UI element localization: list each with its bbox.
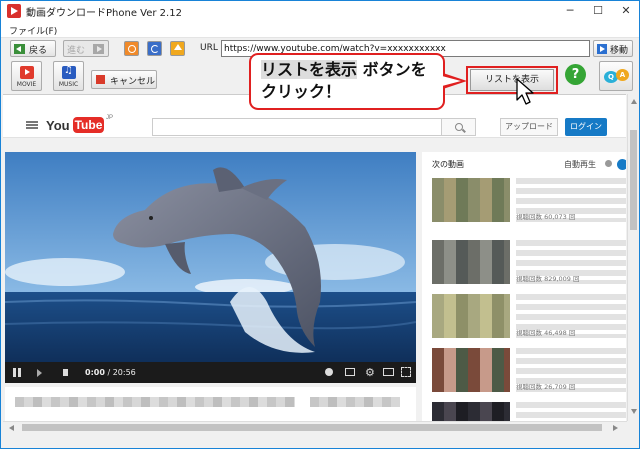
- recommended-video[interactable]: 視聴回数 829,009 回: [432, 240, 626, 284]
- scroll-down-icon[interactable]: [631, 409, 637, 414]
- movie-icon: [20, 66, 34, 79]
- time-display: 0:00 / 20:56: [85, 368, 136, 377]
- subtitles-icon[interactable]: [345, 368, 355, 376]
- music-icon: [62, 65, 76, 79]
- video-info-blurred: [5, 387, 416, 421]
- movie-button[interactable]: MOVIE: [11, 61, 42, 91]
- video-thumbnail: [432, 402, 510, 421]
- callout-line-2: クリック！: [261, 82, 342, 101]
- fullscreen-icon[interactable]: [401, 367, 411, 377]
- back-label: 戻る: [29, 46, 48, 56]
- recommended-video[interactable]: 視聴回数 46,498 回: [432, 294, 626, 338]
- url-label: URL: [200, 43, 218, 53]
- next-video-icon[interactable]: [37, 369, 42, 377]
- scroll-left-icon[interactable]: [9, 425, 14, 431]
- player-controls: 0:00 / 20:56 ⚙: [5, 362, 416, 383]
- qa-answer-icon: A: [616, 69, 629, 81]
- minimize-button[interactable]: ─: [556, 1, 584, 21]
- pause-icon[interactable]: [13, 368, 16, 377]
- menu-bar: ファイル(F): [1, 21, 639, 38]
- logo-you: You: [46, 118, 70, 133]
- logo-region: JP: [106, 115, 114, 121]
- music-label: MUSIC: [58, 81, 79, 88]
- reload-icon[interactable]: [147, 41, 162, 56]
- autoplay-label: 自動再生: [564, 160, 596, 169]
- arrow-left-icon: [14, 44, 25, 54]
- title-bar: 動画ダウンロードPhone Ver 2.12 ─ ☐ ✕: [1, 1, 639, 21]
- recommended-video[interactable]: 視聴回数 26,709 回: [432, 348, 626, 392]
- mouse-cursor-icon: [516, 78, 534, 105]
- forward-label: 進む: [67, 46, 86, 56]
- volume-icon[interactable]: [63, 369, 68, 376]
- hamburger-menu-icon[interactable]: [26, 121, 38, 129]
- search-icon[interactable]: [441, 118, 476, 136]
- go-arrow-icon: [597, 44, 607, 54]
- scroll-thumb[interactable]: [630, 130, 637, 230]
- forward-button[interactable]: 進む: [63, 40, 109, 57]
- qa-button[interactable]: Q A: [599, 61, 633, 91]
- blurred-meta: [310, 397, 400, 407]
- view-count: 視聴回数 829,009 回: [516, 275, 580, 283]
- go-button[interactable]: 移動: [593, 40, 633, 57]
- video-frame-dolphin: [5, 152, 416, 362]
- menu-file[interactable]: ファイル(F): [9, 24, 57, 37]
- instruction-callout: リストを表示 ボタンを クリック！: [249, 53, 445, 110]
- movie-label: MOVIE: [16, 81, 37, 88]
- back-button[interactable]: 戻る: [10, 40, 56, 57]
- video-thumbnail: [432, 240, 510, 284]
- view-count: 視聴回数 60,073 回: [516, 213, 576, 221]
- info-icon[interactable]: [325, 368, 333, 376]
- app-logo-icon: [7, 4, 21, 18]
- recommended-video[interactable]: 視聴回数 60,073 回: [432, 178, 626, 222]
- scroll-right-icon[interactable]: [613, 425, 618, 431]
- status-bar: [1, 434, 639, 448]
- vertical-scrollbar[interactable]: [627, 94, 639, 421]
- horizontal-scrollbar[interactable]: [3, 421, 627, 433]
- arrow-right-icon: [93, 44, 104, 54]
- autoplay-info-icon[interactable]: [605, 160, 612, 167]
- recommended-video[interactable]: [432, 402, 626, 421]
- home-icon[interactable]: [170, 41, 185, 56]
- theater-mode-icon[interactable]: [383, 368, 394, 376]
- app-window: 動画ダウンロードPhone Ver 2.12 ─ ☐ ✕ ファイル(F) 戻る …: [0, 0, 640, 449]
- blurred-video-title: [516, 402, 626, 421]
- logo-tube: Tube: [73, 117, 104, 133]
- callout-line-1: リストを表示 ボタンを: [261, 60, 427, 79]
- cancel-button[interactable]: キャンセル: [91, 70, 157, 89]
- upload-button[interactable]: アップロード: [500, 118, 558, 136]
- autoplay-toggle[interactable]: [617, 159, 626, 170]
- callout-pointer-inner: [442, 76, 461, 86]
- go-label: 移動: [610, 46, 629, 56]
- login-button[interactable]: ログイン: [565, 118, 607, 136]
- close-button[interactable]: ✕: [612, 1, 639, 21]
- video-player[interactable]: 0:00 / 20:56 ⚙: [5, 152, 416, 383]
- video-thumbnail: [432, 348, 510, 392]
- view-count: 視聴回数 26,709 回: [516, 383, 576, 391]
- recommendations-sidebar: 次の動画 自動再生 視聴回数 60,073 回 視聴回数 829,009 回 視…: [422, 152, 626, 421]
- up-next-label: 次の動画: [432, 160, 464, 169]
- window-title: 動画ダウンロードPhone Ver 2.12: [26, 8, 182, 19]
- scroll-thumb[interactable]: [22, 424, 602, 431]
- music-button[interactable]: MUSIC: [53, 61, 84, 91]
- video-thumbnail: [432, 178, 510, 222]
- cancel-label: キャンセル: [110, 77, 156, 87]
- view-count: 視聴回数 46,498 回: [516, 329, 576, 337]
- blurred-title: [15, 397, 295, 407]
- help-icon[interactable]: ?: [565, 64, 586, 85]
- scroll-up-icon[interactable]: [631, 99, 637, 104]
- cancel-icon: [96, 75, 105, 84]
- browser-view: You Tube JP アップロード ログイン 0:00 / 20:56 ⚙ 次…: [3, 94, 626, 421]
- maximize-button[interactable]: ☐: [584, 1, 612, 21]
- video-thumbnail: [432, 294, 510, 338]
- show-list-button[interactable]: リストを表示: [470, 69, 554, 91]
- stop-icon[interactable]: [124, 41, 139, 56]
- youtube-search-input[interactable]: [152, 118, 442, 136]
- gear-icon[interactable]: ⚙: [365, 366, 375, 379]
